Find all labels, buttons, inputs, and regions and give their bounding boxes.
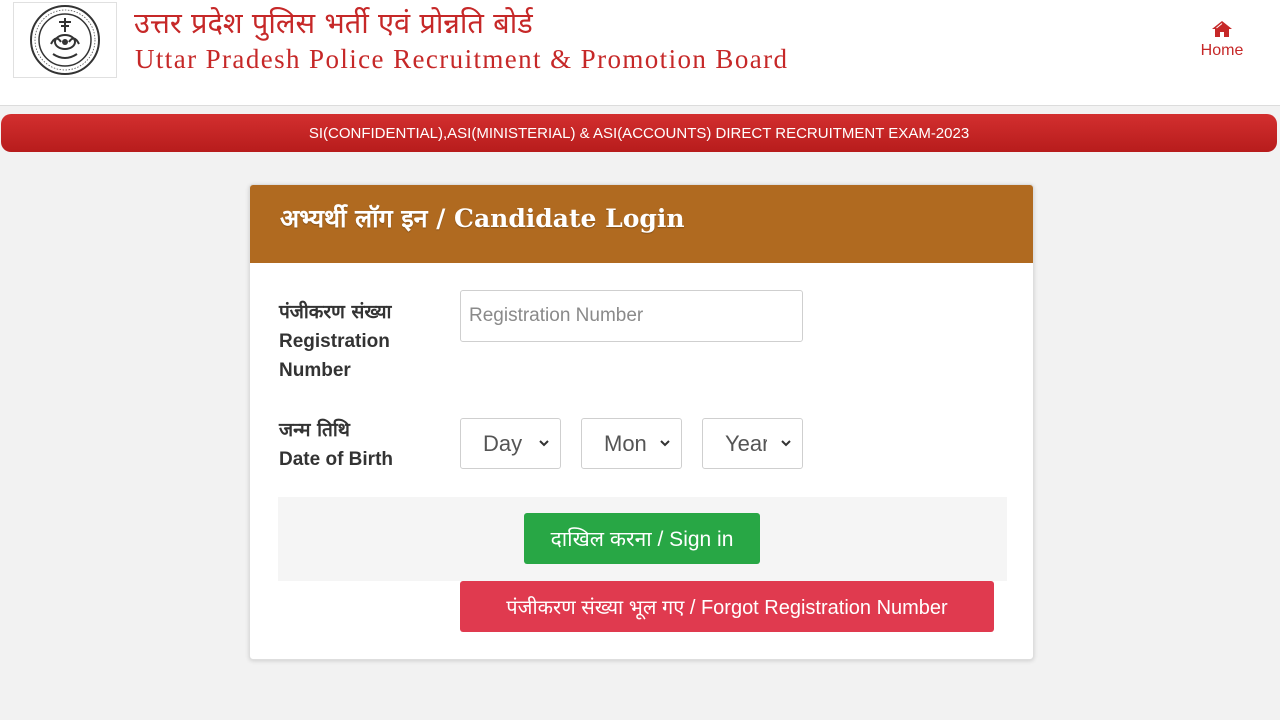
dob-year-select[interactable]: Year: [702, 418, 803, 469]
logo: [13, 2, 117, 78]
up-police-board-emblem-icon: [30, 5, 100, 75]
chevron-down-icon: [781, 440, 791, 447]
site-title-english: Uttar Pradesh Police Recruitment & Promo…: [135, 44, 789, 74]
login-card-header: अभ्यर्थी लॉग इन / Candidate Login: [250, 185, 1033, 263]
login-title: अभ्यर्थी लॉग इन / Candidate Login: [280, 204, 685, 233]
sign-in-button[interactable]: दाखिल करना / Sign in: [524, 513, 760, 564]
home-link[interactable]: Home: [1192, 20, 1252, 68]
exam-banner: SI(CONFIDENTIAL),ASI(MINISTERIAL) & ASI(…: [1, 114, 1277, 152]
home-label: Home: [1200, 42, 1244, 59]
dob-label-hindi: जन्म तिथि: [279, 419, 350, 441]
site-title-hindi: उत्तर प्रदेश पुलिस भर्ती एवं प्रोन्नति ब…: [134, 6, 533, 40]
dob-month-value: Month: [604, 430, 646, 456]
registration-label-hindi: पंजीकरण संख्या: [279, 301, 392, 323]
dob-label: जन्म तिथि Date of Birth: [279, 416, 429, 474]
site-header: उत्तर प्रदेश पुलिस भर्ती एवं प्रोन्नति ब…: [0, 0, 1280, 106]
forgot-registration-button[interactable]: पंजीकरण संख्या भूल गए / Forgot Registrat…: [460, 581, 994, 632]
chevron-down-icon: [539, 440, 549, 447]
registration-number-input[interactable]: [460, 290, 803, 342]
home-icon: [1212, 21, 1232, 37]
dob-label-english: Date of Birth: [279, 449, 393, 470]
registration-label-english: Registration Number: [279, 331, 390, 381]
dob-month-select[interactable]: Month: [581, 418, 682, 469]
dob-day-select[interactable]: Day: [460, 418, 561, 469]
dob-year-value: Year: [725, 430, 767, 456]
registration-label: पंजीकरण संख्या Registration Number: [279, 298, 429, 385]
chevron-down-icon: [660, 440, 670, 447]
dob-day-value: Day: [483, 430, 523, 456]
login-card: अभ्यर्थी लॉग इन / Candidate Login पंजीकर…: [249, 184, 1034, 660]
